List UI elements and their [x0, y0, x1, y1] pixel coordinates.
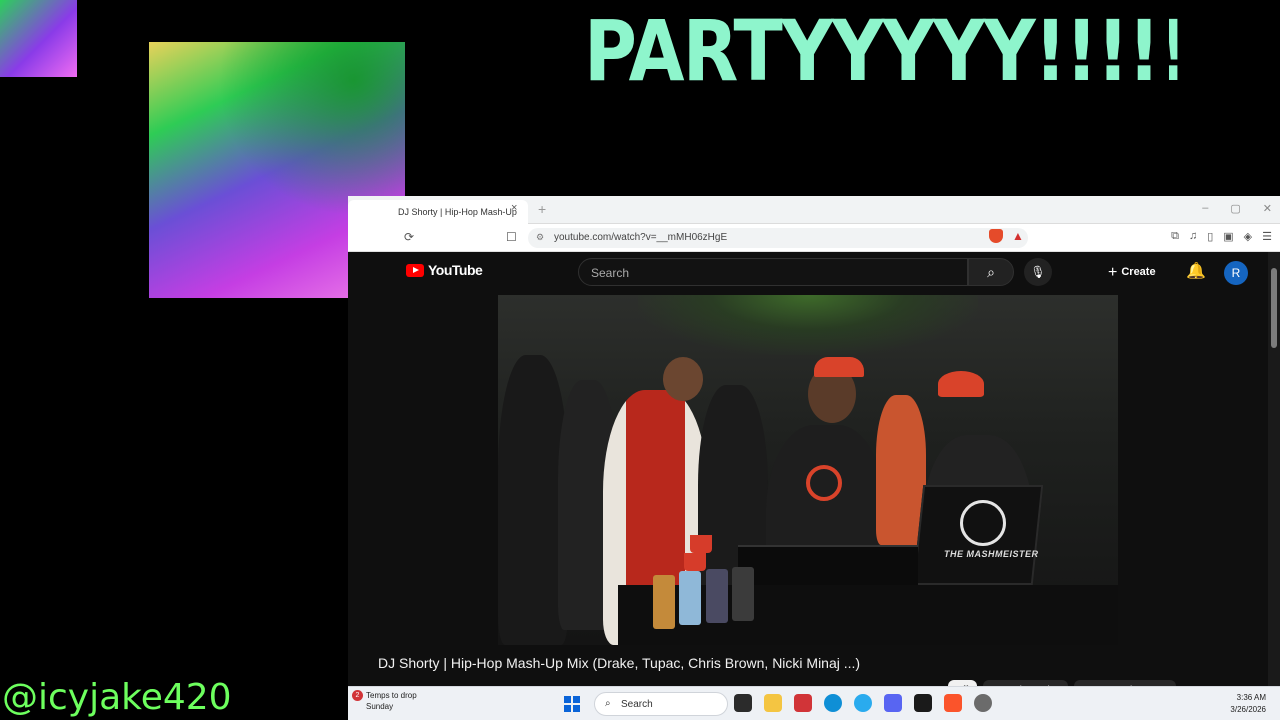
url-field[interactable]: ⚙ youtube.com/watch?v=__mMH06zHgE: [528, 228, 1028, 248]
create-button[interactable]: + Create: [1108, 264, 1156, 282]
menu-icon[interactable]: ☰: [1262, 230, 1272, 243]
reload-icon[interactable]: ⟳: [404, 230, 414, 244]
taskbar-search[interactable]: ⌕ Search: [594, 692, 728, 716]
beer-can: [653, 575, 675, 629]
scroll-thumb[interactable]: [1271, 268, 1277, 348]
search-icon[interactable]: ⌕: [968, 258, 1014, 286]
person-right-beanie: [938, 371, 984, 397]
clock-date: 3/26/2026: [1230, 705, 1266, 714]
red-cup: [690, 535, 712, 553]
extensions-icon[interactable]: ⧉: [1171, 230, 1179, 243]
youtube-page: YouTube Search ⌕ 🎙 + Create 🔔 R THE MASH…: [348, 252, 1268, 720]
stream-canvas: PARTYYYYY!!!!!! DJ Shorty | Hip-Hop Mash…: [0, 0, 1280, 720]
notifications-bell-icon[interactable]: 🔔: [1186, 261, 1206, 281]
laptop-text: THE MASHMEISTER: [944, 549, 1039, 559]
weather-widget[interactable]: Temps to drop Sunday: [366, 690, 417, 712]
laptop-sticker: [960, 500, 1006, 546]
edge-icon[interactable]: [824, 694, 842, 712]
tab-title: DJ Shorty | Hip-Hop Mash-Up: [398, 207, 517, 217]
weather-line2: Sunday: [366, 702, 394, 711]
person-head: [663, 357, 703, 401]
maximize-button[interactable]: ▢: [1230, 202, 1240, 215]
app-l-icon[interactable]: [794, 694, 812, 712]
video-title: DJ Shorty | Hip-Hop Mash-Up Mix (Drake, …: [378, 655, 861, 671]
system-clock[interactable]: 3:36 AM 3/26/2026: [1230, 692, 1266, 716]
party-title: PARTYYYYY!!!!!!: [584, 6, 1178, 96]
settings-gear-icon[interactable]: [974, 694, 992, 712]
url-text: youtube.com/watch?v=__mMH06zHgE: [554, 232, 728, 243]
tab-youtube[interactable]: DJ Shorty | Hip-Hop Mash-Up: [348, 200, 528, 224]
youtube-header: YouTube Search ⌕ 🎙 + Create 🔔 R: [348, 252, 1268, 292]
tab-bar: DJ Shorty | Hip-Hop Mash-Up × + – ▢ ✕: [348, 196, 1280, 224]
app-dark-icon[interactable]: [914, 694, 932, 712]
address-bar: ⟳ ☐ ⚙ youtube.com/watch?v=__mMH06zHgE ▲ …: [348, 224, 1280, 252]
plus-icon: +: [1108, 264, 1118, 281]
window-controls: – ▢ ✕: [1202, 202, 1272, 215]
site-info-icon[interactable]: ⚙: [536, 232, 544, 243]
task-view-icon[interactable]: [734, 694, 752, 712]
windows-taskbar: 2 Temps to drop Sunday ⌕ Search 3:36 AM …: [348, 686, 1280, 720]
close-tab-icon[interactable]: ×: [511, 202, 517, 214]
microphone-icon[interactable]: 🎙: [1024, 258, 1052, 286]
file-explorer-icon[interactable]: [764, 694, 782, 712]
brave-rewards-icon[interactable]: ▲: [1012, 229, 1024, 243]
windows-start-icon[interactable]: [564, 696, 580, 712]
beer-can: [706, 569, 728, 623]
weather-line1: Temps to drop: [366, 691, 417, 700]
browser-window: DJ Shorty | Hip-Hop Mash-Up × + – ▢ ✕ ⟳ …: [348, 196, 1280, 720]
brave-icon[interactable]: [944, 694, 962, 712]
youtube-play-icon: [406, 263, 424, 277]
clock-time: 3:36 AM: [1236, 693, 1266, 702]
extension-icons: ⧉ ♫ ▯ ▣ ◈ ☰: [1171, 230, 1272, 243]
video-player[interactable]: THE MASHMEISTER: [498, 295, 1118, 645]
vpn-icon[interactable]: ◈: [1244, 230, 1252, 243]
scrollbar[interactable]: [1268, 252, 1280, 720]
youtube-logo-text: YouTube: [428, 262, 483, 278]
telegram-icon[interactable]: [854, 694, 872, 712]
sidebar-icon[interactable]: ▯: [1207, 230, 1213, 243]
taskbar-search-label: Search: [621, 699, 653, 710]
youtube-search-input[interactable]: Search: [578, 258, 968, 286]
beer-can: [679, 571, 701, 625]
wallet-icon[interactable]: ▣: [1223, 230, 1233, 243]
create-label: Create: [1121, 266, 1156, 278]
new-tab-button[interactable]: +: [538, 201, 546, 217]
hanging-plants: [638, 295, 978, 355]
dj-controller: [738, 545, 918, 590]
close-window-button[interactable]: ✕: [1263, 202, 1272, 215]
streamer-handle: @icyjake420: [2, 677, 232, 718]
dj-shirt-logo: [806, 465, 842, 501]
avatar[interactable]: R: [1224, 261, 1248, 285]
notification-badge: 2: [352, 690, 363, 701]
youtube-logo[interactable]: YouTube: [406, 262, 483, 278]
gradient-square-small: [0, 0, 77, 77]
brave-shield-icon[interactable]: [989, 229, 1003, 243]
minimize-button[interactable]: –: [1202, 202, 1208, 215]
discord-icon[interactable]: [884, 694, 902, 712]
search-icon: ⌕: [605, 698, 611, 709]
red-cup: [684, 553, 706, 571]
media-icon[interactable]: ♫: [1189, 230, 1197, 243]
beer-can: [732, 567, 754, 621]
dj-cap: [814, 357, 864, 377]
taskbar-apps: [734, 694, 992, 712]
bookmark-icon[interactable]: ☐: [506, 230, 517, 244]
